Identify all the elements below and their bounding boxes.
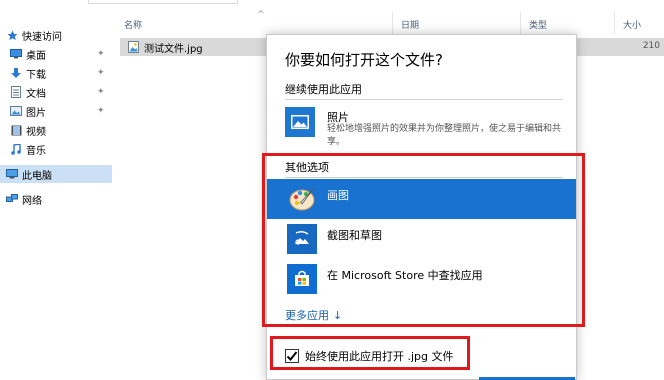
star-icon	[6, 29, 18, 41]
download-icon	[10, 67, 22, 79]
file-name: 测试文件.jpg	[144, 44, 203, 55]
nav-label: 网络	[22, 195, 42, 207]
nav-item-quick-access[interactable]: 快速访问	[0, 26, 112, 44]
image-file-icon	[128, 41, 139, 53]
sort-caret-icon: ^	[257, 10, 265, 20]
network-icon	[6, 194, 18, 205]
nav-label: 快速访问	[22, 31, 62, 43]
dialog-title: 你要如何打开这个文件?	[285, 51, 443, 69]
nav-item-pictures[interactable]: 图片 ✦	[0, 102, 112, 120]
nav-item-desktop[interactable]: 桌面 ✦	[0, 45, 112, 63]
option-label: 画图	[327, 189, 349, 202]
photos-app-icon	[285, 107, 315, 137]
other-options-heading: 其他选项	[285, 161, 329, 174]
desktop-icon	[10, 49, 22, 60]
paint-icon	[287, 184, 317, 214]
store-icon	[287, 264, 317, 294]
option-label: 在 Microsoft Store 中查找应用	[327, 269, 483, 282]
column-header-name[interactable]: 名称	[124, 18, 142, 31]
document-icon	[10, 86, 22, 98]
app-option-photos[interactable]: 照片 轻松地增强照片的效果并为你整理照片，使之易于编辑和共享。	[267, 103, 576, 147]
nav-item-music[interactable]: 音乐	[0, 140, 112, 158]
music-icon	[10, 143, 22, 155]
keep-using-heading: 继续使用此应用	[285, 83, 362, 96]
nav-label: 音乐	[26, 145, 46, 157]
divider	[285, 177, 563, 178]
nav-label: 图片	[26, 107, 46, 119]
app-description: 轻松地增强照片的效果并为你整理照片，使之易于编辑和共享。	[327, 124, 562, 147]
always-use-label: 始终使用此应用打开 .jpg 文件	[305, 350, 454, 363]
snip-sketch-icon	[287, 224, 317, 254]
nav-label: 文档	[26, 88, 46, 100]
nav-label: 视频	[26, 126, 46, 138]
nav-item-this-pc[interactable]: 此电脑	[0, 165, 112, 183]
picture-icon	[10, 106, 22, 117]
pin-icon[interactable]: ✦	[97, 87, 105, 97]
computer-icon	[6, 169, 18, 180]
app-option-store[interactable]: 在 Microsoft Store 中查找应用	[267, 259, 576, 299]
pin-icon[interactable]: ✦	[97, 49, 105, 59]
checkmark-icon	[286, 351, 298, 361]
address-bar-strip	[0, 0, 664, 6]
file-size: 210	[642, 41, 660, 51]
column-header-date[interactable]: 日期	[401, 18, 419, 31]
more-apps-label: 更多应用	[285, 309, 329, 322]
always-use-checkbox[interactable]	[285, 349, 299, 363]
arrow-down-icon: ↓	[333, 309, 343, 322]
file-list-header: ^ 名称 日期 类型 大小	[112, 10, 664, 34]
nav-item-network[interactable]: 网络	[0, 190, 112, 208]
open-with-dialog: 你要如何打开这个文件? 继续使用此应用 照片 轻松地增强照片的效果并为你整理照片…	[266, 34, 577, 380]
nav-item-downloads[interactable]: 下载 ✦	[0, 64, 112, 82]
pin-icon[interactable]: ✦	[97, 106, 105, 116]
app-option-paint[interactable]: 画图	[267, 179, 576, 219]
nav-label: 下载	[26, 69, 46, 81]
app-option-snip-sketch[interactable]: 截图和草图	[267, 219, 576, 259]
video-icon	[10, 125, 22, 136]
address-bar[interactable]	[88, 0, 238, 4]
column-separator	[614, 12, 615, 34]
nav-label: 此电脑	[22, 170, 52, 182]
column-header-size[interactable]: 大小	[623, 18, 641, 31]
option-label: 截图和草图	[327, 229, 382, 242]
column-separator	[520, 12, 521, 34]
navigation-pane: 快速访问 桌面 ✦ 下载 ✦ 文档 ✦ 图片 ✦ 视频 音乐 此电脑 网络	[0, 24, 112, 380]
always-use-option[interactable]: 始终使用此应用打开 .jpg 文件	[285, 347, 454, 365]
column-header-type[interactable]: 类型	[529, 18, 547, 31]
pin-icon[interactable]: ✦	[97, 68, 105, 78]
divider	[285, 99, 563, 100]
nav-label: 桌面	[26, 50, 46, 62]
nav-item-documents[interactable]: 文档 ✦	[0, 83, 112, 101]
column-separator	[392, 12, 393, 34]
more-apps-link[interactable]: 更多应用 ↓	[285, 307, 342, 323]
nav-item-videos[interactable]: 视频	[0, 121, 112, 139]
